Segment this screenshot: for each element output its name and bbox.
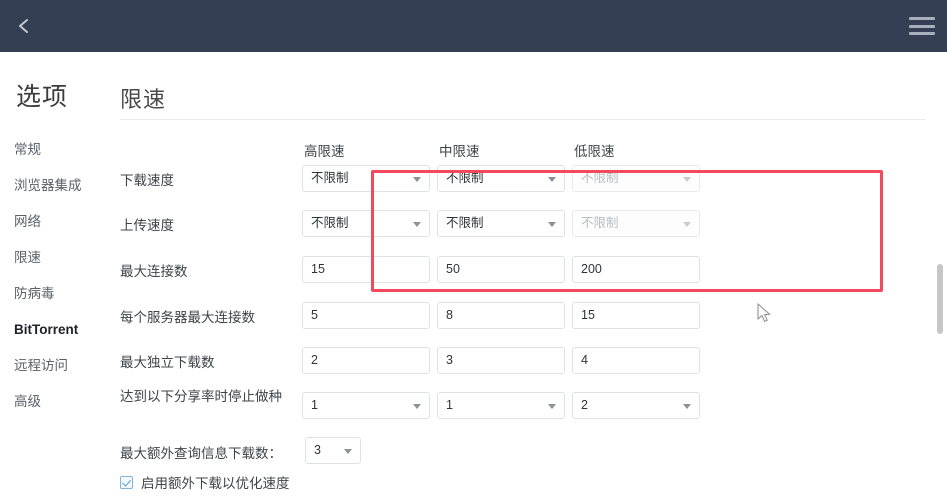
page-title: 选项	[16, 83, 69, 111]
enable-extra-downloads-checkbox-row[interactable]: 启用额外下载以优化速度	[120, 472, 290, 492]
upload-speed-medium-value: 不限制	[446, 216, 484, 230]
sidebar-item-bittorrent[interactable]: BitTorrent	[0, 312, 112, 348]
row-label-extra-query-downloads: 最大额外查询信息下载数：	[120, 446, 282, 461]
max-connections-per-server-high-input[interactable]: 5	[302, 302, 430, 329]
chevron-down-icon	[413, 222, 421, 227]
chevron-down-icon	[548, 222, 556, 227]
upload-speed-high-value: 不限制	[311, 216, 349, 230]
panel-divider	[120, 119, 926, 120]
download-speed-low-select[interactable]: 不限制	[572, 165, 700, 192]
chevron-down-icon	[683, 404, 691, 409]
chevron-down-icon	[548, 404, 556, 409]
scrollbar-thumb[interactable]	[937, 264, 943, 334]
row-label-max-connections: 最大连接数	[120, 264, 188, 279]
chevron-left-icon	[16, 16, 32, 36]
max-independent-downloads-high-value: 2	[311, 353, 318, 367]
column-header-low: 低限速	[574, 144, 615, 159]
hamburger-menu-icon[interactable]	[909, 14, 935, 38]
download-speed-low-value: 不限制	[581, 171, 619, 185]
chevron-down-icon	[683, 177, 691, 182]
download-speed-medium-select[interactable]: 不限制	[437, 165, 565, 192]
sidebar-item-network[interactable]: 网络	[0, 204, 112, 240]
sidebar-item-remote-access[interactable]: 远程访问	[0, 348, 112, 384]
options-window: 选项 常规 浏览器集成 网络 限速 防病毒 BitTorrent 远程访问 高级…	[0, 0, 947, 500]
max-connections-per-server-medium-input[interactable]: 8	[437, 302, 565, 329]
sidebar-item-antivirus[interactable]: 防病毒	[0, 276, 112, 312]
row-label-download-speed: 下载速度	[120, 173, 174, 188]
app-topbar	[0, 0, 947, 52]
chevron-down-icon	[548, 177, 556, 182]
max-connections-per-server-low-value: 15	[581, 308, 595, 322]
stop-seeding-ratio-high-select[interactable]: 1	[302, 392, 430, 419]
sidebar-item-browser-integration[interactable]: 浏览器集成	[0, 168, 112, 204]
download-speed-medium-value: 不限制	[446, 171, 484, 185]
max-connections-medium-value: 50	[446, 262, 460, 276]
max-independent-downloads-medium-input[interactable]: 3	[437, 347, 565, 374]
chevron-down-icon	[344, 449, 352, 454]
extra-query-downloads-value: 3	[314, 443, 321, 457]
sidebar-item-general[interactable]: 常规	[0, 132, 112, 168]
menu-bar-1	[909, 17, 935, 20]
row-label-upload-speed: 上传速度	[120, 218, 174, 233]
max-independent-downloads-high-input[interactable]: 2	[302, 347, 430, 374]
upload-speed-high-select[interactable]: 不限制	[302, 210, 430, 237]
max-connections-high-value: 15	[311, 262, 325, 276]
stop-seeding-ratio-high-value: 1	[311, 398, 318, 412]
vertical-scrollbar[interactable]	[933, 52, 947, 500]
sidebar-nav: 常规 浏览器集成 网络 限速 防病毒 BitTorrent 远程访问 高级	[0, 132, 112, 420]
stop-seeding-ratio-low-value: 2	[581, 398, 588, 412]
sidebar-item-advanced[interactable]: 高级	[0, 384, 112, 420]
chevron-down-icon	[413, 404, 421, 409]
sidebar-item-speed-limit[interactable]: 限速	[0, 240, 112, 276]
row-label-max-independent-downloads: 最大独立下载数	[120, 355, 215, 370]
enable-extra-downloads-checkbox[interactable]	[120, 475, 133, 489]
max-connections-low-value: 200	[581, 262, 602, 276]
max-connections-per-server-low-input[interactable]: 15	[572, 302, 700, 329]
row-label-max-connections-per-server: 每个服务器最大连接数	[120, 310, 255, 325]
stop-seeding-ratio-medium-select[interactable]: 1	[437, 392, 565, 419]
options-main-panel: 限速 高限速 中限速 低限速 下载速度 不限制 不限制 不限制 上传速度 不限制…	[112, 52, 947, 500]
max-connections-low-input[interactable]: 200	[572, 256, 700, 283]
max-independent-downloads-low-value: 4	[581, 353, 588, 367]
menu-bar-2	[909, 24, 935, 28]
upload-speed-low-value: 不限制	[581, 216, 619, 230]
column-header-high: 高限速	[304, 144, 345, 159]
max-connections-per-server-high-value: 5	[311, 308, 318, 322]
stop-seeding-ratio-low-select[interactable]: 2	[572, 392, 700, 419]
max-independent-downloads-medium-value: 3	[446, 353, 453, 367]
row-label-stop-seeding-ratio: 达到以下分享率时停止做种	[120, 389, 282, 404]
chevron-down-icon	[683, 222, 691, 227]
max-connections-high-input[interactable]: 15	[302, 256, 430, 283]
panel-title: 限速	[120, 87, 167, 112]
column-header-medium: 中限速	[439, 144, 480, 159]
download-speed-high-select[interactable]: 不限制	[302, 165, 430, 192]
upload-speed-low-select[interactable]: 不限制	[572, 210, 700, 237]
max-connections-per-server-medium-value: 8	[446, 308, 453, 322]
options-sidebar: 选项 常规 浏览器集成 网络 限速 防病毒 BitTorrent 远程访问 高级	[0, 52, 112, 500]
enable-extra-downloads-label: 启用额外下载以优化速度	[141, 476, 290, 491]
chevron-down-icon	[413, 177, 421, 182]
upload-speed-medium-select[interactable]: 不限制	[437, 210, 565, 237]
extra-query-downloads-select[interactable]: 3	[305, 437, 361, 464]
max-independent-downloads-low-input[interactable]: 4	[572, 347, 700, 374]
download-speed-high-value: 不限制	[311, 171, 349, 185]
menu-bar-3	[909, 32, 935, 35]
max-connections-medium-input[interactable]: 50	[437, 256, 565, 283]
stop-seeding-ratio-medium-value: 1	[446, 398, 453, 412]
back-button[interactable]	[6, 8, 42, 44]
